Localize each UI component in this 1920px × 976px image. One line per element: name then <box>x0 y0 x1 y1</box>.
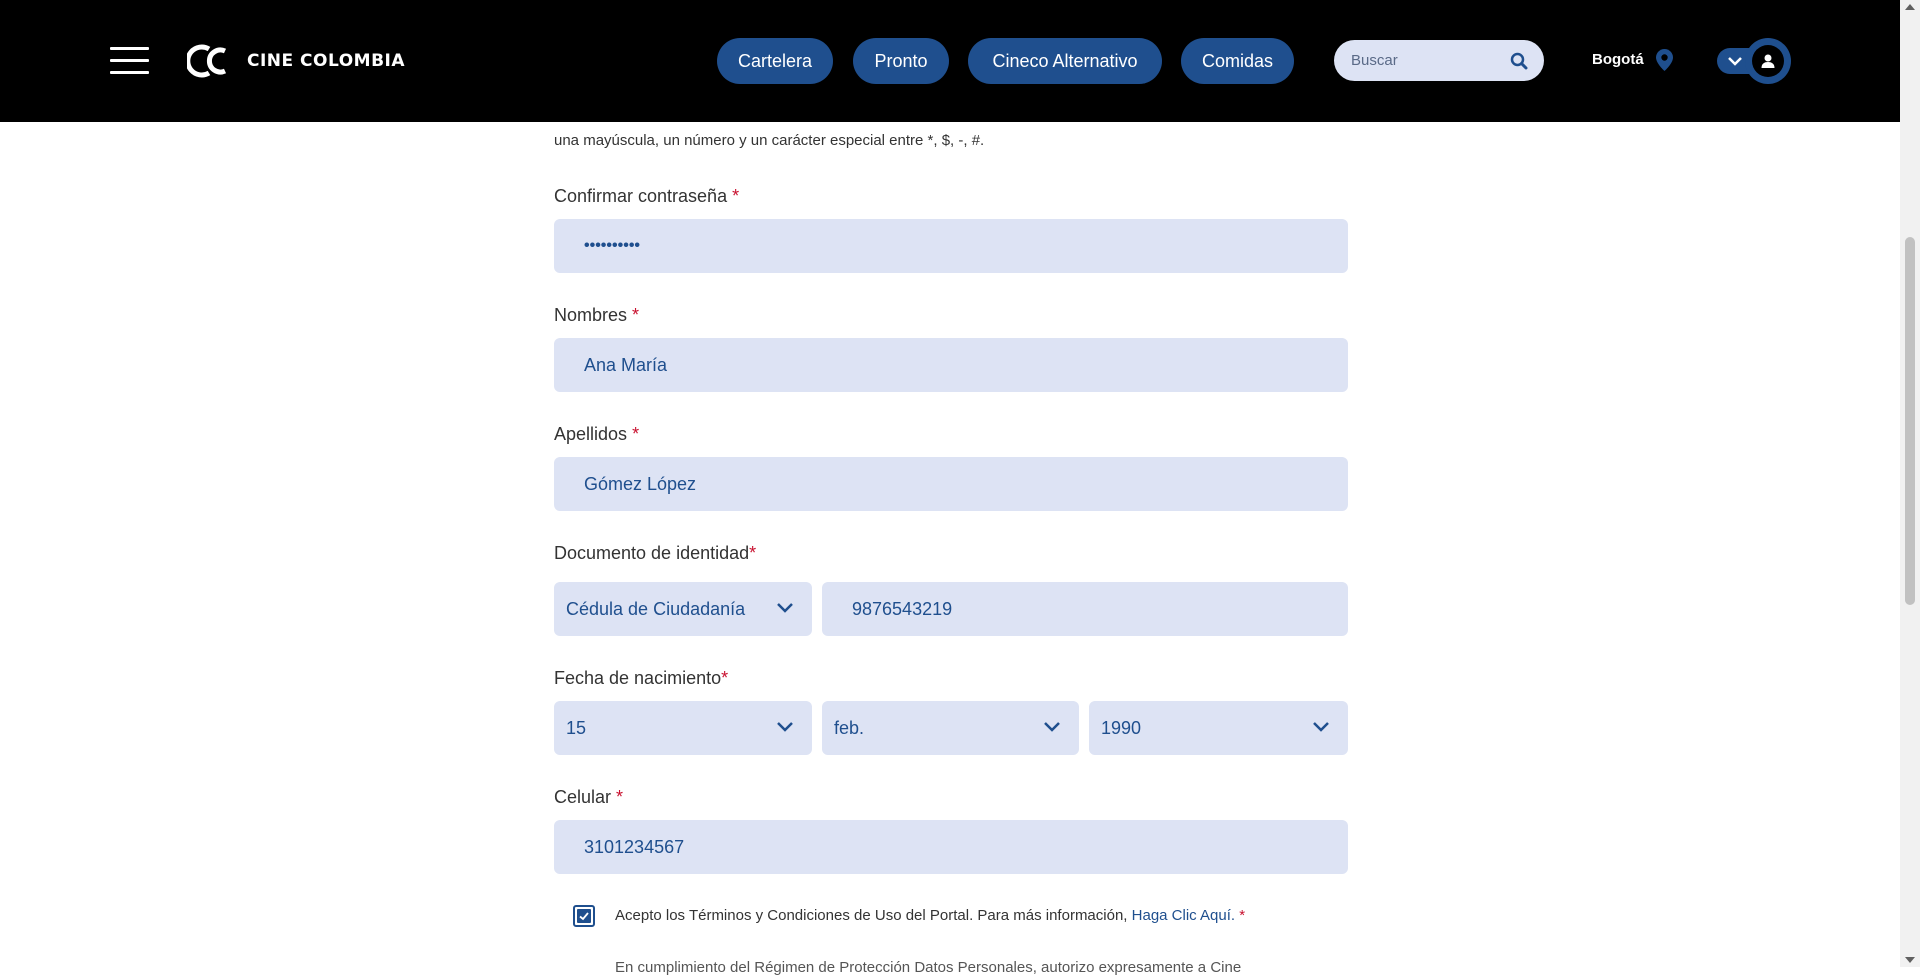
chevron-down-icon <box>1728 57 1742 66</box>
cine-colombia-logo-icon <box>187 44 227 78</box>
terms-text: Acepto los Términos y Condiciones de Uso… <box>615 907 1246 924</box>
password-value: •••••••••• <box>584 237 641 254</box>
terms-checkbox[interactable] <box>573 905 595 927</box>
birth-day-value: 15 <box>566 717 587 738</box>
data-protection-text: En cumplimiento del Régimen de Protecció… <box>615 959 1242 976</box>
chevron-down-icon <box>1313 722 1329 732</box>
first-names-label: Nombres * <box>554 305 640 325</box>
search-icon[interactable] <box>1510 52 1528 70</box>
last-names-value: Gómez López <box>584 473 697 494</box>
location-pin-icon[interactable] <box>1656 49 1673 71</box>
chevron-down-icon <box>777 722 793 732</box>
logo[interactable]: CINE COLOMBIA <box>187 41 405 81</box>
menu-icon[interactable] <box>110 47 149 75</box>
confirm-password-field[interactable]: •••••••••• <box>554 219 1348 273</box>
nav-label: Cartelera <box>737 50 813 71</box>
avatar[interactable] <box>1745 38 1791 84</box>
mobile-field[interactable]: 3101234567 <box>554 820 1348 874</box>
password-hint: una mayúscula, un número y un carácter e… <box>554 132 985 149</box>
search-input[interactable] <box>1349 51 1503 70</box>
nav-label: Comidas <box>1201 50 1274 71</box>
birth-year-value: 1990 <box>1101 717 1142 738</box>
id-type-select[interactable]: Cédula de Ciudadanía <box>554 582 812 636</box>
nav-cartelera[interactable]: Cartelera <box>717 38 833 84</box>
site-header: CINE COLOMBIA Cartelera Pronto Cineco Al… <box>0 0 1900 122</box>
id-document-label: Documento de identidad* <box>554 543 757 563</box>
chevron-down-icon <box>1044 722 1060 732</box>
city-selector[interactable]: Bogotá <box>1592 51 1644 68</box>
first-names-value: Ana María <box>584 354 668 375</box>
scroll-down-arrow-icon[interactable] <box>1905 957 1915 963</box>
page-scrollbar[interactable] <box>1900 0 1920 967</box>
check-icon <box>579 912 589 921</box>
mobile-label: Celular * <box>554 787 624 807</box>
nav-label: Pronto <box>874 50 928 71</box>
birth-date-label: Fecha de nacimiento* <box>554 668 729 688</box>
birth-year-select[interactable]: 1990 <box>1089 701 1348 755</box>
birth-month-value: feb. <box>834 717 865 738</box>
last-names-label: Apellidos * <box>554 424 640 444</box>
mobile-value: 3101234567 <box>584 836 685 857</box>
last-names-field[interactable]: Gómez López <box>554 457 1348 511</box>
id-number-value: 9876543219 <box>852 598 953 619</box>
first-names-field[interactable]: Ana María <box>554 338 1348 392</box>
nav-label: Cineco Alternativo <box>992 50 1138 71</box>
search-box <box>1334 40 1544 81</box>
confirm-password-label: Confirmar contraseña * <box>554 186 740 206</box>
scroll-thumb[interactable] <box>1905 237 1915 605</box>
id-type-value: Cédula de Ciudadanía <box>566 598 746 619</box>
user-icon <box>1761 54 1775 68</box>
id-number-field[interactable]: 9876543219 <box>822 582 1348 636</box>
birth-month-select[interactable]: feb. <box>822 701 1079 755</box>
brand-name: CINE COLOMBIA <box>247 51 406 71</box>
terms-link[interactable]: Haga Clic Aquí. <box>1132 907 1235 924</box>
nav-cineco-alternativo[interactable]: Cineco Alternativo <box>968 38 1162 84</box>
checkbox-check <box>577 909 591 923</box>
nav-comidas[interactable]: Comidas <box>1181 38 1294 84</box>
scroll-up-arrow-icon[interactable] <box>1905 4 1915 10</box>
chevron-down-icon <box>777 603 793 613</box>
nav-pronto[interactable]: Pronto <box>853 38 949 84</box>
birth-day-select[interactable]: 15 <box>554 701 812 755</box>
